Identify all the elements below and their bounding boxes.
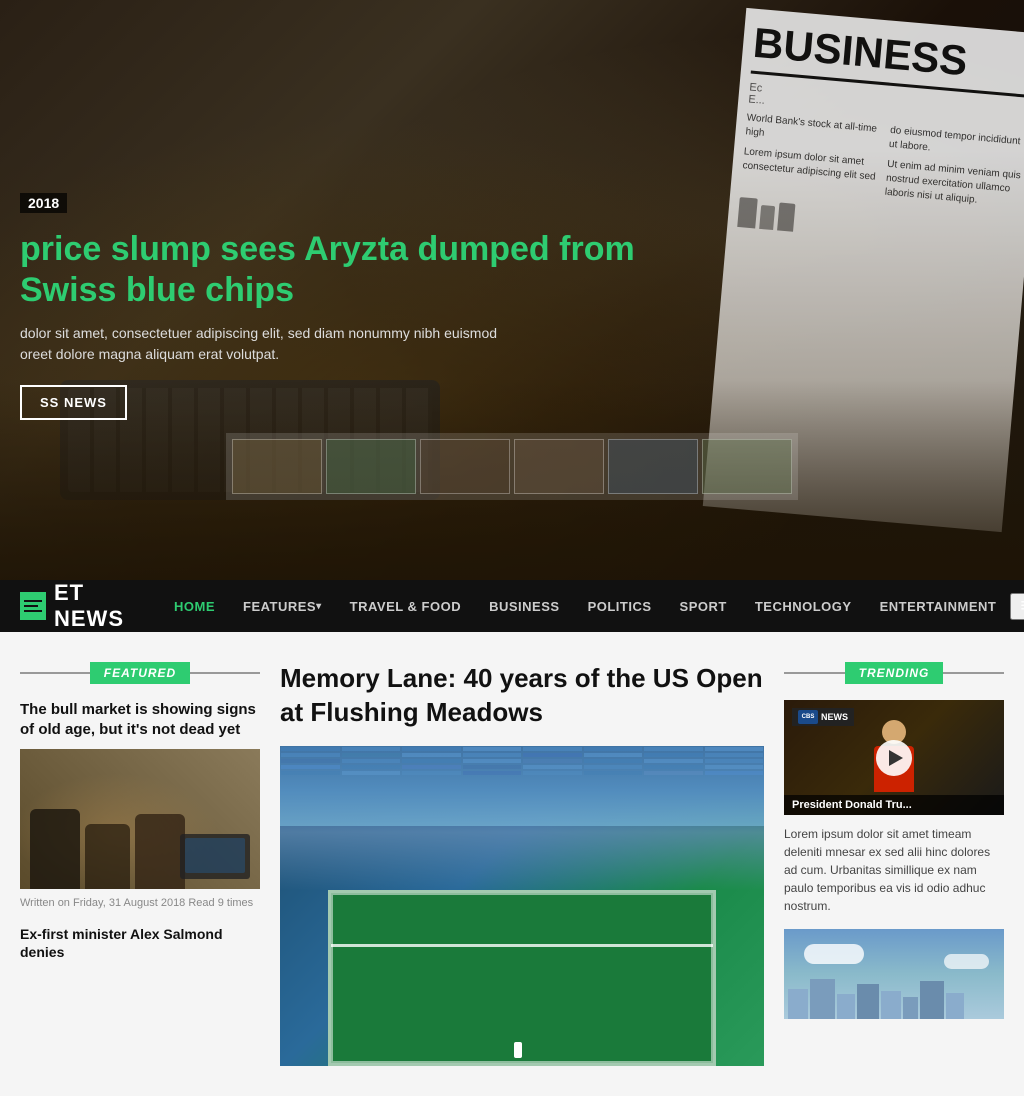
logo-line-3 <box>24 610 42 612</box>
video-source-badge: CBS NEWS <box>792 708 854 726</box>
navbar: ET NEWS HOME FEATURES TRAVEL & FOOD BUSI… <box>0 580 1024 632</box>
thumb-2[interactable] <box>326 439 416 494</box>
nav-items: HOME FEATURES TRAVEL & FOOD BUSINESS POL… <box>160 580 1010 632</box>
hero-section: BUSINESS EcE... World Bank's stock at al… <box>0 0 1024 580</box>
trending-video[interactable]: CBS NEWS President Donald Tru... <box>784 700 1004 815</box>
main-content: FEATURED The bull market is showing sign… <box>0 632 1024 1096</box>
trending-section-header: TRENDING <box>784 662 1004 684</box>
hero-content: 2018 price slump sees Aryzta dumped from… <box>0 193 720 420</box>
logo-icon <box>20 592 46 620</box>
logo-line-1 <box>24 600 42 602</box>
video-source-name: NEWS <box>821 712 848 722</box>
cloud-1 <box>804 944 864 964</box>
court-net <box>331 944 712 947</box>
nav-item-features[interactable]: FEATURES <box>229 580 336 632</box>
nav-item-home[interactable]: HOME <box>160 580 229 632</box>
nav-item-politics[interactable]: POLITICS <box>574 580 666 632</box>
center-content: Memory Lane: 40 years of the US Open at … <box>280 662 764 1066</box>
hero-headline: price slump sees Aryzta dumped from Swis… <box>20 229 700 311</box>
sky-background <box>280 746 764 826</box>
thumb-3[interactable] <box>420 439 510 494</box>
thumb-1[interactable] <box>232 439 322 494</box>
header-line-right <box>190 672 260 674</box>
sidebar-right: TRENDING CBS NEWS President Donald Tru..… <box>784 662 1004 1066</box>
hero-cta-button[interactable]: SS NEWS <box>20 385 127 420</box>
header-line-left <box>20 672 90 674</box>
logo-line-2 <box>24 605 38 607</box>
featured-img-inner <box>20 749 260 889</box>
hamburger-menu-button[interactable]: ≡ <box>1010 593 1024 620</box>
cloud-2 <box>944 954 989 969</box>
player-sim <box>514 1042 522 1058</box>
hero-date: 2018 <box>20 193 67 213</box>
logo-lines <box>20 596 46 616</box>
nav-item-entertainment[interactable]: ENTERTAINMENT <box>866 580 1011 632</box>
featured-article2-title[interactable]: Ex-first minister Alex Salmond denies <box>20 925 260 961</box>
nav-item-sport[interactable]: SPORT <box>666 580 741 632</box>
hero-thumbnails <box>226 433 798 500</box>
court-lines <box>331 893 712 1063</box>
video-title: President Donald Tru... <box>784 795 1004 815</box>
thumb-4[interactable] <box>514 439 604 494</box>
thumb-6[interactable] <box>702 439 792 494</box>
featured-section-header: FEATURED <box>20 662 260 684</box>
trending-image-2[interactable] <box>784 929 1004 1019</box>
featured-article-title: The bull market is showing signs of old … <box>20 700 260 739</box>
sidebar-left: FEATURED The bull market is showing sign… <box>20 662 260 1066</box>
video-play-button[interactable] <box>876 740 912 776</box>
nav-logo[interactable]: ET NEWS <box>20 580 130 632</box>
laptop-sim-small <box>180 834 250 879</box>
trending-description: Lorem ipsum dolor sit amet timeam deleni… <box>784 825 1004 915</box>
logo-text: ET NEWS <box>54 580 130 632</box>
trending-line-right <box>943 672 1004 674</box>
tennis-court-surface <box>328 890 715 1066</box>
nav-item-technology[interactable]: TECHNOLOGY <box>741 580 866 632</box>
nav-item-travel-food[interactable]: TRAVEL & FOOD <box>336 580 475 632</box>
featured-badge: FEATURED <box>90 662 190 684</box>
people-sim <box>20 809 195 889</box>
nav-item-business[interactable]: BUSINESS <box>475 580 573 632</box>
main-article-title[interactable]: Memory Lane: 40 years of the US Open at … <box>280 662 764 730</box>
main-article-image[interactable] <box>280 746 764 1066</box>
cbs-logo: CBS <box>798 710 818 724</box>
thumb-5[interactable] <box>608 439 698 494</box>
trending-line-left <box>784 672 845 674</box>
play-triangle-icon <box>889 750 903 766</box>
featured-meta: Written on Friday, 31 August 2018 Read 9… <box>20 897 260 909</box>
trending-badge: TRENDING <box>845 662 944 684</box>
skyline-sim <box>784 979 1004 1020</box>
featured-article-image[interactable] <box>20 749 260 889</box>
hero-subtext: dolor sit amet, consectetuer adipiscing … <box>20 323 700 365</box>
